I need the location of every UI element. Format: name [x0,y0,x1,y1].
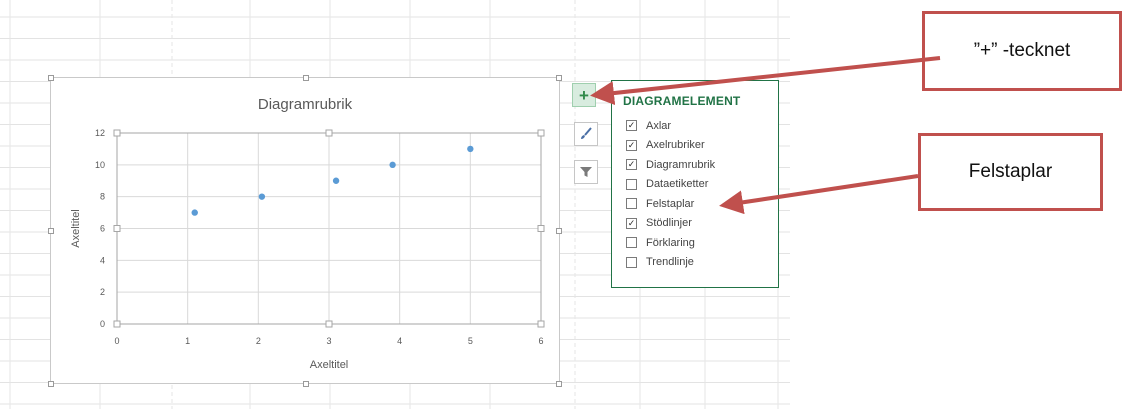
chart-element-item[interactable]: Dataetiketter [626,175,715,195]
checkbox[interactable]: ✓ [626,217,637,229]
chart-element-item[interactable]: ✓ Stödlinjer [626,214,715,234]
y-tick-label: 2 [100,287,105,297]
panel-title: DIAGRAMELEMENT [623,94,741,108]
plot-area-handle[interactable] [113,320,121,328]
chart-area-handle[interactable] [303,381,309,387]
data-point[interactable] [332,177,340,184]
chart-element-item[interactable]: Trendlinje [626,253,715,273]
data-point[interactable] [258,193,266,200]
checkbox[interactable] [626,256,637,268]
x-axis-title[interactable]: Axeltitel [310,359,349,371]
y-tick-label: 12 [95,128,105,138]
checkbox[interactable] [626,198,637,210]
chart-styles-button[interactable] [574,122,598,146]
callout-felstaplar: Felstaplar [918,133,1103,211]
y-tick-label: 0 [100,319,105,329]
chart-area-handle[interactable] [48,228,54,234]
data-point[interactable] [191,209,198,216]
chart-element-label: Axelrubriker [646,139,705,152]
x-tick-label: 6 [538,336,543,346]
data-point[interactable] [389,161,396,169]
plot-area-handle[interactable] [113,225,121,232]
plot-area[interactable]: 0 1 2 3 4 5 6024681012AxeltitelAxeltitel [51,78,561,385]
plot-area-handle[interactable] [113,129,121,137]
plot-area-handle[interactable] [537,129,545,137]
chart-elements-panel: DIAGRAMELEMENT ✓ Axlar ✓ Axelrubriker ✓ Diagr… [611,80,779,288]
paintbrush-icon [581,127,592,139]
y-tick-label: 10 [95,160,105,170]
chart-area-handle[interactable] [48,381,54,387]
excel-worksheet: Diagramrubrik 0 1 2 3 4 5 6 0 2 4 6 8 10 12 Axeltitel A… [0,0,1123,409]
plot-area-handle[interactable] [537,225,545,232]
y-tick-label: 6 [100,224,105,234]
chart-filters-button[interactable] [574,160,598,184]
chart-element-label: Stödlinjer [646,217,692,230]
chart-element-item[interactable]: ✓ Axlar [626,116,715,136]
plot-area-handle[interactable] [537,320,545,328]
data-point[interactable] [467,145,474,153]
chart-element-label: Trendlinje [646,256,694,269]
chart-area[interactable]: Diagramrubrik 0 1 2 3 4 5 6 0 2 4 6 8 10 12 Axeltitel A… [48,75,562,387]
callout-felstaplar-text: Felstaplar [968,161,1053,182]
y-tick-label: 8 [100,192,105,202]
y-tick-label: 4 [100,255,105,265]
chart-element-item[interactable]: Förklaring [626,233,715,253]
checkbox[interactable]: ✓ [626,120,637,132]
chart-element-item[interactable]: ✓ Axelrubriker [626,136,715,156]
chart-area-handle[interactable] [556,381,562,387]
filter-icon [580,167,592,177]
checkbox[interactable] [626,237,637,249]
x-tick-label: 5 [468,336,473,346]
chart-element-label: Felstaplar [646,197,695,210]
chart-area-handle[interactable] [556,228,562,234]
chart-element-item[interactable]: Felstaplar [626,194,715,214]
callout-plus-sign: ”+” -tecknet [922,11,1122,91]
checkbox[interactable]: ✓ [626,139,637,151]
chart-element-item[interactable]: ✓ Diagramrubrik [626,155,715,175]
chart-element-label: Dataetiketter [646,178,709,191]
y-axis-title[interactable]: Axeltitel [70,209,82,248]
chart-elements-list: ✓ Axlar ✓ Axelrubriker ✓ Diagramrubrik Dataeti… [626,116,715,272]
x-tick-label: 3 [326,336,331,346]
callout-plus-text: ”+” -tecknet [973,40,1071,61]
chart-element-label: Diagramrubrik [646,158,716,171]
chart-elements-button[interactable]: + [572,83,596,107]
chart-area-handle[interactable] [556,75,562,81]
x-tick-label: 1 [185,336,190,346]
checkbox[interactable] [626,178,637,190]
plus-icon: + [579,85,589,105]
x-tick-label: 4 [397,336,402,346]
chart-area-handle[interactable] [303,75,309,81]
plot-area-handle[interactable] [325,320,333,328]
checkbox[interactable]: ✓ [626,159,637,171]
chart-element-label: Förklaring [646,236,695,249]
chart-element-label: Axlar [646,119,672,132]
x-tick-label: 0 [114,336,119,346]
x-tick-label: 2 [256,336,261,346]
chart-area-handle[interactable] [48,75,54,81]
plot-area-handle[interactable] [325,129,333,137]
